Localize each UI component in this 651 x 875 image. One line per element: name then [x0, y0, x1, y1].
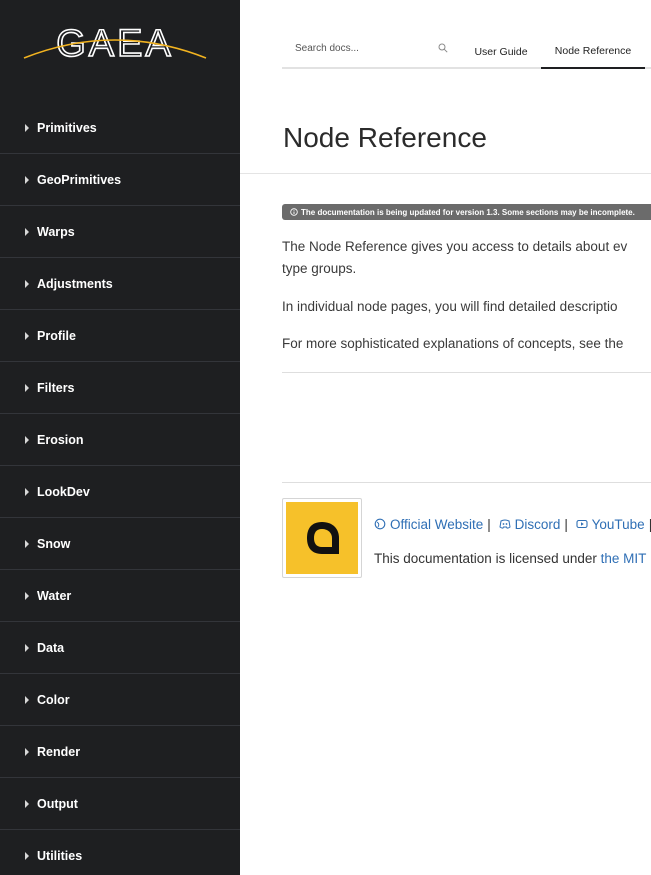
separator: |: [487, 517, 491, 532]
sidebar-item-label: Color: [37, 692, 70, 707]
sidebar-item-render[interactable]: Render: [0, 726, 240, 778]
license-text: This documentation is licensed under the…: [374, 551, 646, 566]
sidebar-item-filters[interactable]: Filters: [0, 362, 240, 414]
footer-divider: [282, 482, 651, 483]
sidebar-item-water[interactable]: Water: [0, 570, 240, 622]
badge-background: [286, 502, 358, 574]
sidebar-nav: Primitives GeoPrimitives Warps Adjustmen…: [0, 102, 240, 875]
caret-right-icon: [25, 279, 29, 288]
sidebar-item-geoprimitives[interactable]: GeoPrimitives: [0, 154, 240, 206]
globe-icon: [374, 518, 386, 530]
sidebar-item-color[interactable]: Color: [0, 674, 240, 726]
sidebar-item-label: Filters: [37, 380, 75, 395]
node-pages-paragraph: In individual node pages, you will find …: [282, 299, 618, 314]
search-icon[interactable]: [438, 43, 448, 53]
caret-right-icon: [25, 383, 29, 392]
content-divider: [282, 372, 651, 373]
intro-paragraph-line-1: The Node Reference gives you access to d…: [282, 239, 628, 254]
sidebar-item-label: Snow: [37, 536, 71, 551]
separator: |: [564, 517, 568, 532]
discord-icon: [499, 519, 511, 529]
sidebar-item-data[interactable]: Data: [0, 622, 240, 674]
discord-link[interactable]: Discord: [495, 517, 561, 532]
caret-right-icon: [25, 591, 29, 600]
youtube-icon: [576, 519, 588, 529]
gaea-logo[interactable]: GAEA: [22, 20, 208, 66]
top-navigation: User Guide Node Reference: [282, 34, 651, 69]
caret-right-icon: [25, 123, 29, 132]
sidebar-item-primitives[interactable]: Primitives: [0, 102, 240, 154]
sidebar-item-profile[interactable]: Profile: [0, 310, 240, 362]
sidebar-item-label: Adjustments: [37, 276, 113, 291]
quadspinner-logo-icon: [307, 522, 339, 554]
caret-right-icon: [25, 175, 29, 184]
sidebar-item-label: Water: [37, 588, 72, 603]
sidebar-item-label: LookDev: [37, 484, 90, 499]
caret-right-icon: [25, 747, 29, 756]
caret-right-icon: [25, 435, 29, 444]
official-website-link[interactable]: Official Website: [374, 517, 483, 532]
search-box: [282, 34, 452, 67]
caret-right-icon: [25, 799, 29, 808]
caret-right-icon: [25, 227, 29, 236]
caret-right-icon: [25, 643, 29, 652]
intro-paragraph-line-2: type groups.: [282, 261, 357, 276]
quadspinner-badge[interactable]: [282, 498, 362, 578]
tab-user-guide[interactable]: User Guide: [467, 34, 535, 69]
sidebar-item-label: Profile: [37, 328, 76, 343]
notice-text: The documentation is being updated for v…: [301, 207, 635, 217]
info-icon: [290, 208, 298, 216]
sidebar-item-output[interactable]: Output: [0, 778, 240, 830]
sidebar-item-label: Data: [37, 640, 65, 655]
concepts-paragraph: For more sophisticated explanations of c…: [282, 336, 624, 351]
sidebar-item-label: Utilities: [37, 849, 83, 863]
version-notice-banner: The documentation is being updated for v…: [282, 204, 651, 220]
sidebar-item-label: Output: [37, 796, 78, 811]
sidebar-item-label: Render: [37, 744, 81, 759]
caret-right-icon: [25, 539, 29, 548]
search-input[interactable]: [282, 34, 452, 62]
sidebar-item-erosion[interactable]: Erosion: [0, 414, 240, 466]
sidebar-item-label: Warps: [37, 224, 75, 239]
caret-right-icon: [25, 487, 29, 496]
sidebar-item-label: Erosion: [37, 432, 84, 447]
sidebar-item-utilities[interactable]: Utilities: [0, 830, 240, 875]
youtube-label: YouTube: [591, 517, 645, 532]
sidebar-item-adjustments[interactable]: Adjustments: [0, 258, 240, 310]
discord-label: Discord: [514, 517, 561, 532]
page-title: Node Reference: [283, 122, 487, 153]
caret-right-icon: [25, 852, 29, 860]
caret-right-icon: [25, 695, 29, 704]
caret-right-icon: [25, 331, 29, 340]
title-divider: [240, 173, 651, 174]
footer-links: Official Website | Discord | YouTube |: [374, 517, 651, 532]
sidebar-item-warps[interactable]: Warps: [0, 206, 240, 258]
sidebar-item-label: GeoPrimitives: [37, 172, 122, 187]
tab-node-reference[interactable]: Node Reference: [541, 34, 645, 69]
sidebar: GAEA Primitives GeoPrimitives Warps Adju…: [0, 0, 240, 875]
license-prefix: This documentation is licensed under: [374, 551, 601, 566]
official-website-label: Official Website: [390, 517, 484, 532]
sidebar-item-snow[interactable]: Snow: [0, 518, 240, 570]
sidebar-item-lookdev[interactable]: LookDev: [0, 466, 240, 518]
youtube-link[interactable]: YouTube: [572, 517, 645, 532]
sidebar-item-label: Primitives: [37, 120, 97, 135]
license-link[interactable]: the MIT: [601, 551, 647, 566]
